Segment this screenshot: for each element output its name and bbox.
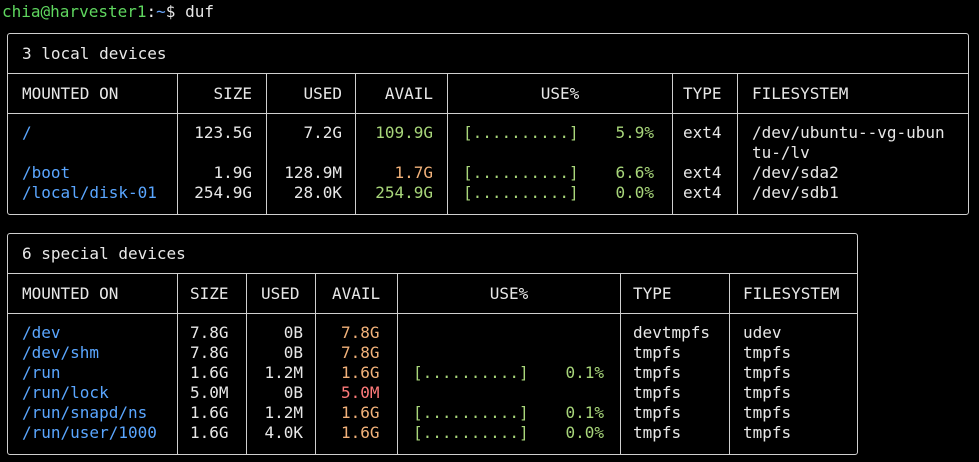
local-row-usage-bar: [..........] [463, 123, 579, 142]
special-row-mount: /dev/shm [22, 343, 100, 362]
local-row-type: ext4 [683, 183, 722, 202]
local-row-avail: 109.9G [375, 123, 433, 142]
special-row-usage-bar: [..........] [413, 403, 529, 422]
local-devices-title: 3 local devices [22, 44, 167, 63]
special-row-size: 5.0M [190, 383, 229, 402]
special-row-mount: /run/lock [22, 383, 109, 402]
special-row-usage-bar: [..........] [413, 423, 529, 442]
special-row-type: tmpfs [633, 423, 682, 442]
local-row-filesystem: /dev/ubuntu--vg-ubun [752, 123, 945, 142]
special-header-use: USE% [489, 284, 529, 303]
local-row-usage-percent: 5.9% [615, 123, 654, 142]
local-row-usage-percent: 0.0% [615, 183, 654, 202]
special-col-divider [315, 273, 316, 454]
prompt-symbol: $ [165, 2, 176, 21]
local-row-used: 28.0K [293, 183, 342, 202]
local-col-divider [672, 73, 673, 214]
special-devices-table: 6 special devices MOUNTED ON SIZE USED A… [7, 233, 858, 455]
special-row-filesystem: tmpfs [743, 403, 792, 422]
special-row-avail: 1.6G [341, 403, 380, 422]
local-header-use: USE% [540, 84, 580, 103]
special-row-mount: /run [22, 363, 61, 382]
special-row-type: tmpfs [633, 363, 682, 382]
special-row-avail: 5.0M [341, 383, 380, 402]
special-devices-title: 6 special devices [22, 244, 186, 263]
local-header-mounted: MOUNTED ON [22, 84, 119, 103]
special-header-avail: AVAIL [332, 284, 381, 303]
local-col-divider [737, 73, 738, 214]
special-row-avail: 1.6G [341, 423, 380, 442]
special-row-usage-percent: 0.0% [565, 423, 604, 442]
local-header-size: SIZE [213, 84, 252, 103]
special-row-used: 0B [283, 383, 303, 402]
local-header-avail: AVAIL [384, 84, 433, 103]
special-row-mount: /dev [22, 323, 61, 342]
local-devices-table: 3 local devices MOUNTED ON SIZE USED AVA… [7, 33, 969, 215]
special-header-used: USED [261, 284, 300, 303]
special-row-type: tmpfs [633, 343, 682, 362]
special-row-filesystem: tmpfs [743, 423, 792, 442]
local-header-fs: FILESYSTEM [752, 84, 849, 103]
local-header-type: TYPE [683, 84, 722, 103]
local-row-filesystem: /dev/sdb1 [752, 183, 839, 202]
local-title-divider [8, 73, 968, 74]
special-row-filesystem: tmpfs [743, 383, 792, 402]
special-col-divider [620, 273, 621, 454]
local-row-usage-bar: [..........] [463, 183, 579, 202]
special-row-usage-percent: 0.1% [565, 363, 604, 382]
special-row-usage-bar: [..........] [413, 363, 529, 382]
local-row-size: 1.9G [213, 163, 252, 182]
special-row-size: 7.8G [190, 343, 229, 362]
local-row-avail: 1.7G [394, 163, 433, 182]
local-header-divider [8, 113, 968, 114]
local-row-filesystem-wrap: tu-/lv [752, 143, 810, 162]
special-row-used: 0B [283, 323, 303, 342]
special-row-type: tmpfs [633, 383, 682, 402]
local-row-type: ext4 [683, 163, 722, 182]
special-row-size: 1.6G [190, 423, 229, 442]
special-header-type: TYPE [633, 284, 672, 303]
local-row-usage-bar: [..........] [463, 163, 579, 182]
local-row-used: 7.2G [303, 123, 342, 142]
special-row-usage-percent: 0.1% [565, 403, 604, 422]
special-row-avail: 7.8G [341, 343, 380, 362]
special-row-used: 1.2M [264, 363, 303, 382]
special-row-filesystem: tmpfs [743, 343, 792, 362]
special-col-divider [177, 273, 178, 454]
local-row-size: 123.5G [194, 123, 252, 142]
prompt-path: ~ [156, 2, 166, 21]
special-row-size: 7.8G [190, 323, 229, 342]
special-row-size: 1.6G [190, 403, 229, 422]
local-row-type: ext4 [683, 123, 722, 142]
local-row-avail: 254.9G [375, 183, 433, 202]
special-col-divider [729, 273, 730, 454]
local-row-used: 128.9M [284, 163, 342, 182]
special-row-type: devtmpfs [633, 323, 711, 342]
special-header-mounted: MOUNTED ON [22, 284, 119, 303]
special-header-fs: FILESYSTEM [743, 284, 840, 303]
special-header-size: SIZE [190, 284, 229, 303]
special-row-avail: 1.6G [341, 363, 380, 382]
special-row-filesystem: tmpfs [743, 363, 792, 382]
special-row-mount: /run/user/1000 [22, 423, 157, 442]
local-header-used: USED [303, 84, 342, 103]
local-row-filesystem: /dev/sda2 [752, 163, 839, 182]
local-row-usage-percent: 6.6% [615, 163, 654, 182]
special-row-mount: /run/snapd/ns [22, 403, 148, 422]
special-row-type: tmpfs [633, 403, 682, 422]
prompt-command: duf [185, 2, 214, 21]
special-row-used: 4.0K [264, 423, 303, 442]
local-row-mount: /boot [22, 163, 71, 182]
shell-prompt: chia@harvester1:~$ duf [2, 2, 214, 22]
prompt-user-host: chia@harvester1 [2, 2, 147, 21]
special-row-used: 1.2M [264, 403, 303, 422]
special-row-filesystem: udev [743, 323, 782, 342]
special-row-size: 1.6G [190, 363, 229, 382]
special-row-used: 0B [283, 343, 303, 362]
local-row-mount: /local/disk-01 [22, 183, 157, 202]
local-row-mount: / [22, 123, 32, 142]
prompt-separator: : [146, 2, 157, 21]
special-row-avail: 7.8G [341, 323, 380, 342]
local-row-size: 254.9G [194, 183, 252, 202]
